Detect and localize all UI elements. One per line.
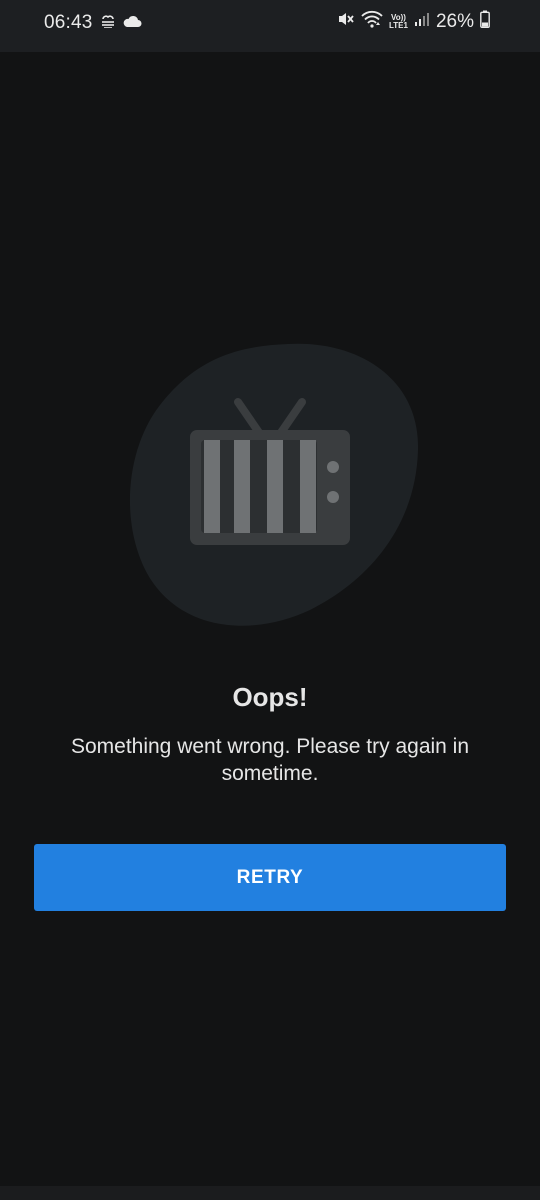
cloud-icon (122, 15, 142, 33)
battery-icon (480, 10, 490, 33)
battery-percent: 26% (435, 10, 474, 32)
fog-icon (100, 14, 116, 33)
navigation-bar (0, 1186, 540, 1200)
volte-lte-icon: Vo)) LTE1 (389, 12, 408, 30)
error-title: Oops! (232, 682, 308, 712)
error-illustration (120, 330, 430, 640)
error-screen: 06:43 Vo)) LTE1 26% Oops! Something went… (0, 0, 540, 1200)
status-bar: 06:43 Vo)) LTE1 26% (0, 0, 540, 52)
status-left-icons (100, 14, 142, 33)
error-message: Something went wrong. Please try again i… (70, 735, 470, 785)
wifi-icon (361, 10, 383, 33)
retry-button[interactable]: RETRY (34, 844, 506, 911)
status-time: 06:43 (44, 12, 93, 33)
mute-icon (337, 10, 355, 33)
signal-icon (414, 11, 430, 32)
status-right-icons: Vo)) LTE1 26% (337, 10, 490, 33)
